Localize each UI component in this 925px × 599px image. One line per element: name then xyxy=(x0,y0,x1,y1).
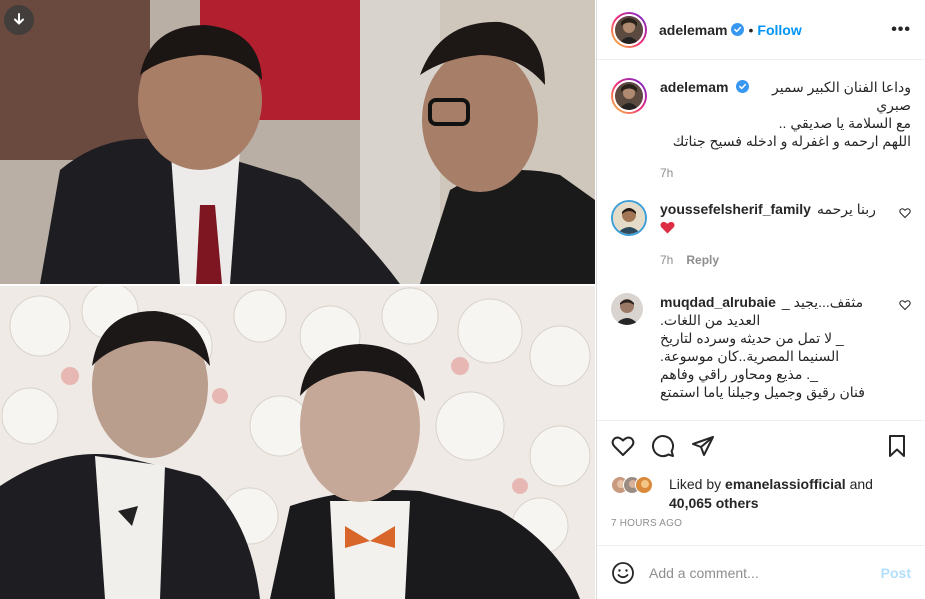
comment-time[interactable]: 7h xyxy=(660,251,673,269)
comment-text: ربنا يرحمه xyxy=(816,201,876,217)
verified-icon xyxy=(736,80,750,93)
comment-line: _ لا تمل من حديثه وسرده لتاريخ xyxy=(660,330,844,346)
avatar xyxy=(615,82,643,110)
download-button[interactable] xyxy=(4,5,34,35)
comment-line: مثقف...يجيد _ xyxy=(781,294,864,310)
follow-button[interactable]: Follow xyxy=(757,22,801,38)
avatar xyxy=(635,476,653,494)
author-avatar-ring[interactable] xyxy=(611,11,647,48)
red-heart-emoji xyxy=(660,221,675,234)
comment-line: السنيما المصرية..كان موسوعة. xyxy=(660,348,840,364)
verified-icon xyxy=(731,23,745,36)
comment-item: youssefelsherif_family ربنا يرحمه ❤️ 7h … xyxy=(611,182,911,269)
share-icon[interactable] xyxy=(691,434,715,458)
comment-line: فنان رقيق وجميل وجيلنا ياما استمتع xyxy=(660,384,865,400)
more-icon[interactable]: ••• xyxy=(891,21,911,39)
likes-summary: Liked by emanelassiofficial and 40,065 o… xyxy=(611,475,911,513)
post-header: adelemam • Follow ••• xyxy=(597,0,925,60)
header-separator: • xyxy=(748,21,754,38)
caption-avatar-ring[interactable] xyxy=(611,78,647,114)
action-bar: Liked by emanelassiofficial and 40,065 o… xyxy=(597,420,925,529)
post-side-panel: adelemam • Follow ••• adelemam وداعا الف… xyxy=(596,0,925,599)
post-button[interactable]: Post xyxy=(881,565,911,581)
avatar[interactable] xyxy=(611,200,647,236)
comment-emoji: ❤️ xyxy=(660,220,911,238)
comment-like-icon[interactable] xyxy=(899,207,911,219)
emoji-icon[interactable] xyxy=(611,561,635,585)
comment-line: _. مذيع ومحاور راقي وفاهم xyxy=(660,366,818,382)
reply-button[interactable]: Reply xyxy=(686,251,719,269)
post-photo-top xyxy=(0,0,595,284)
download-icon xyxy=(14,13,24,25)
comments-list[interactable]: adelemam وداعا الفنان الكبير سمير صبري م… xyxy=(597,61,925,419)
caption-line: مع السلامة يا صديقي .. xyxy=(778,115,911,131)
liker-username[interactable]: emanelassiofficial xyxy=(725,476,846,492)
post-photo-bottom xyxy=(0,286,595,599)
caption: adelemam وداعا الفنان الكبير سمير صبري م… xyxy=(611,61,911,182)
comment-like-icon[interactable] xyxy=(899,299,911,311)
bookmark-icon[interactable] xyxy=(885,434,909,458)
post-media[interactable] xyxy=(0,0,595,599)
caption-time[interactable]: 7h xyxy=(660,164,673,182)
comment-icon[interactable] xyxy=(651,434,675,458)
avatar xyxy=(615,15,643,44)
likes-and: and xyxy=(849,476,873,492)
avatar[interactable] xyxy=(611,293,643,325)
likes-prefix: Liked by xyxy=(669,476,722,492)
caption-username[interactable]: adelemam xyxy=(660,79,728,95)
comment-line: العديد من اللغات. xyxy=(660,312,761,328)
heart-icon[interactable] xyxy=(611,434,635,458)
comment-composer: Post xyxy=(597,545,925,599)
comment-username[interactable]: youssefelsherif_family xyxy=(660,200,811,218)
caption-line: اللهم ارحمه و اغفرله و ادخله فسيح جناتك xyxy=(672,133,911,149)
liker-avatars xyxy=(611,476,663,494)
comment-item: muqdad_alrubaie مثقف...يجيد _ العديد من … xyxy=(611,269,911,401)
comment-username[interactable]: muqdad_alrubaie xyxy=(660,293,776,311)
post-timestamp[interactable]: 7 HOURS AGO xyxy=(611,518,911,529)
likes-count[interactable]: 40,065 others xyxy=(669,495,759,511)
comment-input[interactable] xyxy=(649,564,881,581)
author-username[interactable]: adelemam xyxy=(659,22,727,38)
